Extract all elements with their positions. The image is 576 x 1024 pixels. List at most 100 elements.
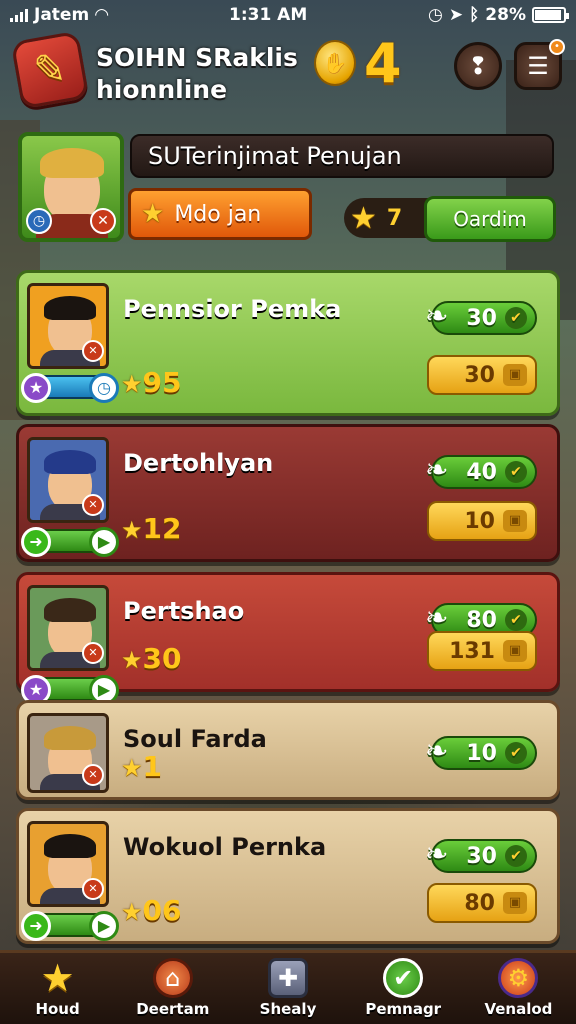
nav-item-shealy[interactable]: ✚ Shealy <box>230 953 345 1024</box>
location-icon: ➤ <box>448 5 464 25</box>
bluetooth-icon: ᛒ <box>469 5 480 25</box>
star-icon: ★ <box>121 370 143 398</box>
rating-value: 30 <box>142 642 182 675</box>
wrench-icon: ✕ <box>82 642 104 664</box>
coin-box-icon: ▣ <box>503 510 527 532</box>
arrow-icon: ➜ <box>21 527 51 557</box>
player-avatar[interactable]: ◷ ✕ <box>18 132 124 242</box>
gold-value: 80 <box>464 890 495 916</box>
green-value: 30 <box>466 843 497 869</box>
game-header: ✎ SOIHN SRaklis hionnline ✋ 4 ❢ ☰ • <box>10 30 568 122</box>
nav-label: Houd <box>35 1000 80 1018</box>
status-bar: Jatem ◠ 1:31 AM ◷ ➤ ᛒ 28% <box>0 0 576 30</box>
leaderboard-row[interactable]: ✕ ★ ▶ Pertshao ★30 ❧ 80 ✔ 131 ▣ <box>16 572 560 705</box>
star-icon: ★ <box>141 199 165 229</box>
progress-bar: ➜ ▶ <box>21 527 119 557</box>
check-icon: ✔ <box>383 958 424 998</box>
check-icon: ✔ <box>505 461 527 483</box>
alarm-icon: ◷ <box>428 5 443 25</box>
mode-button[interactable]: ★ Mdo jan <box>128 188 312 240</box>
green-value: 10 <box>466 740 497 766</box>
leaderboard-row[interactable]: ✕ Soul Farda ★1 ❧ 10 ✔ <box>16 700 560 800</box>
clock: 1:31 AM <box>228 5 308 25</box>
nav-item-houd[interactable]: ★ Houd <box>0 953 115 1024</box>
house-icon: ⌂ <box>152 958 193 998</box>
nav-item-deertam[interactable]: ⌂ Deertam <box>115 953 230 1024</box>
row-rating: ★1 <box>121 750 162 783</box>
row-name: Pertshao <box>123 597 245 625</box>
signal-icon <box>10 8 28 22</box>
gold-reward-pill[interactable]: 131 ▣ <box>427 631 537 671</box>
leaderboard-row[interactable]: ✕ ➜ ▶ Wokuol Pernka ★06 ❧ 30 ✔ 80 ▣ <box>16 808 560 944</box>
progress-bar: ★ ▶ <box>21 675 119 705</box>
play-icon: ▶ <box>89 527 119 557</box>
menu-button[interactable]: ☰ • <box>514 39 565 90</box>
arrow-icon: ➜ <box>21 911 51 941</box>
wifi-icon: ◠ <box>95 5 109 25</box>
star-count-value: 7 <box>386 205 403 231</box>
check-icon: ✔ <box>505 742 527 764</box>
leaderboard-row[interactable]: ✕ ➜ ▶ Dertohlyan ★12 ❧ 40 ✔ 10 ▣ <box>16 424 560 562</box>
plus-icon: ✚ <box>268 958 308 998</box>
star-count: ★ 7 <box>344 198 432 238</box>
green-value: 30 <box>466 305 497 331</box>
notification-dot: • <box>549 39 565 55</box>
star-icon: ★ <box>121 646 143 674</box>
leaf-icon: ❧ <box>425 453 449 486</box>
exclamation-icon: ❢ <box>467 52 489 80</box>
wrench-icon: ✕ <box>90 208 116 234</box>
rating-value: 95 <box>142 366 182 399</box>
coin-box-icon: ▣ <box>503 892 527 914</box>
leaderboard-row[interactable]: ✕ ★ ◷ Pennsior Pemka ★95 ❧ 30 ✔ 30 ▣ <box>16 270 560 416</box>
mode-label: Mdo jan <box>174 201 262 227</box>
player-card: ◷ ✕ SUTerinjimat Penujan ★ Mdo jan ★ 7 O… <box>18 130 558 248</box>
green-reward-pill[interactable]: ❧ 30 ✔ <box>425 299 537 335</box>
title-line-1: SOIHN SRaklis <box>96 43 298 72</box>
nav-item-pemnagr[interactable]: ✔ Pemnagr <box>346 953 461 1024</box>
gold-reward-pill[interactable]: 10 ▣ <box>427 501 537 541</box>
green-reward-pill[interactable]: ❧ 40 ✔ <box>425 453 537 489</box>
leaf-icon: ❧ <box>425 299 449 332</box>
battery-percent: 28% <box>485 5 526 25</box>
nav-label: Deertam <box>136 1000 210 1018</box>
gear-icon: ◷ <box>89 373 119 403</box>
game-title: SOIHN SRaklis hionnline <box>96 42 298 106</box>
row-name: Wokuol Pernka <box>123 833 327 861</box>
coin-icon: ✋ <box>314 40 356 86</box>
star-icon: ★ <box>40 956 75 1000</box>
wrench-icon: ✕ <box>82 878 104 900</box>
green-value: 40 <box>466 459 497 485</box>
nav-label: Venalod <box>484 1000 553 1018</box>
row-name: Soul Farda <box>123 725 267 753</box>
row-rating: ★30 <box>121 642 181 675</box>
row-rating: ★95 <box>121 366 181 399</box>
player-name: SUTerinjimat Penujan <box>130 134 554 178</box>
green-reward-pill[interactable]: ❧ 10 ✔ <box>425 734 537 770</box>
game-logo: ✎ <box>10 30 90 110</box>
nav-label: Pemnagr <box>365 1000 442 1018</box>
title-line-2: hionnline <box>96 75 228 104</box>
check-icon: ✔ <box>505 307 527 329</box>
row-avatar: ✕ <box>27 713 109 793</box>
rating-value: 06 <box>142 894 182 927</box>
nav-label: Shealy <box>259 1000 317 1018</box>
carrier-label: Jatem <box>34 5 90 25</box>
row-avatar: ✕ <box>27 283 109 369</box>
nav-item-venalod[interactable]: ⚙ Venalod <box>461 953 576 1024</box>
clock-icon: ◷ <box>26 208 52 234</box>
action-button[interactable]: Oardim <box>424 196 556 242</box>
level-icon: ★ <box>21 373 51 403</box>
wrench-icon: ✕ <box>82 764 104 786</box>
gold-value: 30 <box>464 362 495 388</box>
alert-button[interactable]: ❢ <box>454 42 502 90</box>
green-reward-pill[interactable]: ❧ 30 ✔ <box>425 837 537 873</box>
progress-bar: ➜ ▶ <box>21 911 119 941</box>
gold-value: 131 <box>449 638 495 664</box>
coin-box-icon: ▣ <box>503 640 527 662</box>
check-icon: ✔ <box>505 845 527 867</box>
wrench-icon: ✕ <box>82 340 104 362</box>
row-rating: ★06 <box>121 894 181 927</box>
star-icon: ★ <box>350 200 377 236</box>
gold-reward-pill[interactable]: 30 ▣ <box>427 355 537 395</box>
gold-reward-pill[interactable]: 80 ▣ <box>427 883 537 923</box>
